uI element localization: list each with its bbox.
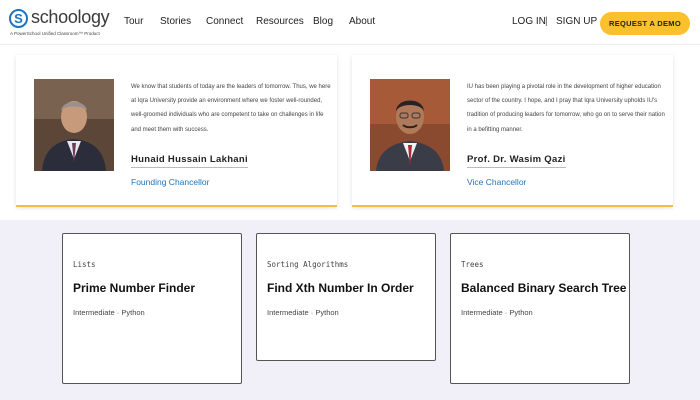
- problem-card[interactable]: Trees Balanced Binary Search Tree Interm…: [450, 233, 630, 384]
- schoology-logo-icon: S: [9, 9, 28, 28]
- nav-separator: |: [545, 16, 548, 27]
- logo-wordmark: schoology: [31, 7, 110, 27]
- testimonial-name: Hunaid Hussain Lakhani: [131, 154, 248, 168]
- testimonial-card: IU has been playing a pivotal role in th…: [352, 55, 673, 207]
- testimonial-card: We know that students of today are the l…: [16, 55, 337, 207]
- nav-link-stories[interactable]: Stories: [160, 16, 191, 27]
- problem-title[interactable]: Balanced Binary Search Tree: [461, 281, 626, 295]
- request-demo-button[interactable]: REQUEST A DEMO: [600, 12, 690, 35]
- signup-link[interactable]: SIGN UP: [556, 16, 597, 27]
- vice-chancellor-photo: [370, 79, 450, 171]
- testimonial-quote: We know that students of today are the l…: [131, 84, 331, 133]
- testimonials-section: We know that students of today are the l…: [0, 45, 700, 220]
- problem-meta: Intermediate · Python: [73, 308, 145, 317]
- chancellor-photo: [34, 79, 114, 171]
- problem-meta: Intermediate · Python: [461, 308, 533, 317]
- problem-meta: Intermediate · Python: [267, 308, 339, 317]
- problem-category: Sorting Algorithms: [267, 260, 349, 269]
- schoology-logo[interactable]: S schoology A PowerSchool Unified Classr…: [9, 7, 110, 39]
- logo-tagline: A PowerSchool Unified Classroom™ Product: [10, 31, 100, 36]
- problem-card[interactable]: Sorting Algorithms Find Xth Number In Or…: [256, 233, 436, 361]
- nav-link-blog[interactable]: Blog: [313, 16, 333, 27]
- testimonial-quote: IU has been playing a pivotal role in th…: [467, 84, 665, 133]
- problem-category: Lists: [73, 260, 96, 269]
- nav-link-resources[interactable]: Resources: [256, 16, 304, 27]
- nav-link-about[interactable]: About: [349, 16, 375, 27]
- problem-category: Trees: [461, 260, 484, 269]
- testimonial-name: Prof. Dr. Wasim Qazi: [467, 154, 566, 168]
- problem-title[interactable]: Prime Number Finder: [73, 281, 195, 295]
- problem-card[interactable]: Lists Prime Number Finder Intermediate ·…: [62, 233, 242, 384]
- nav-link-tour[interactable]: Tour: [124, 16, 143, 27]
- nav-link-connect[interactable]: Connect: [206, 16, 243, 27]
- top-navigation: S schoology A PowerSchool Unified Classr…: [0, 0, 700, 45]
- login-link[interactable]: LOG IN: [512, 16, 546, 27]
- testimonial-role: Founding Chancellor: [131, 177, 210, 187]
- testimonial-role: Vice Chancellor: [467, 177, 527, 187]
- problem-title[interactable]: Find Xth Number In Order: [267, 281, 414, 295]
